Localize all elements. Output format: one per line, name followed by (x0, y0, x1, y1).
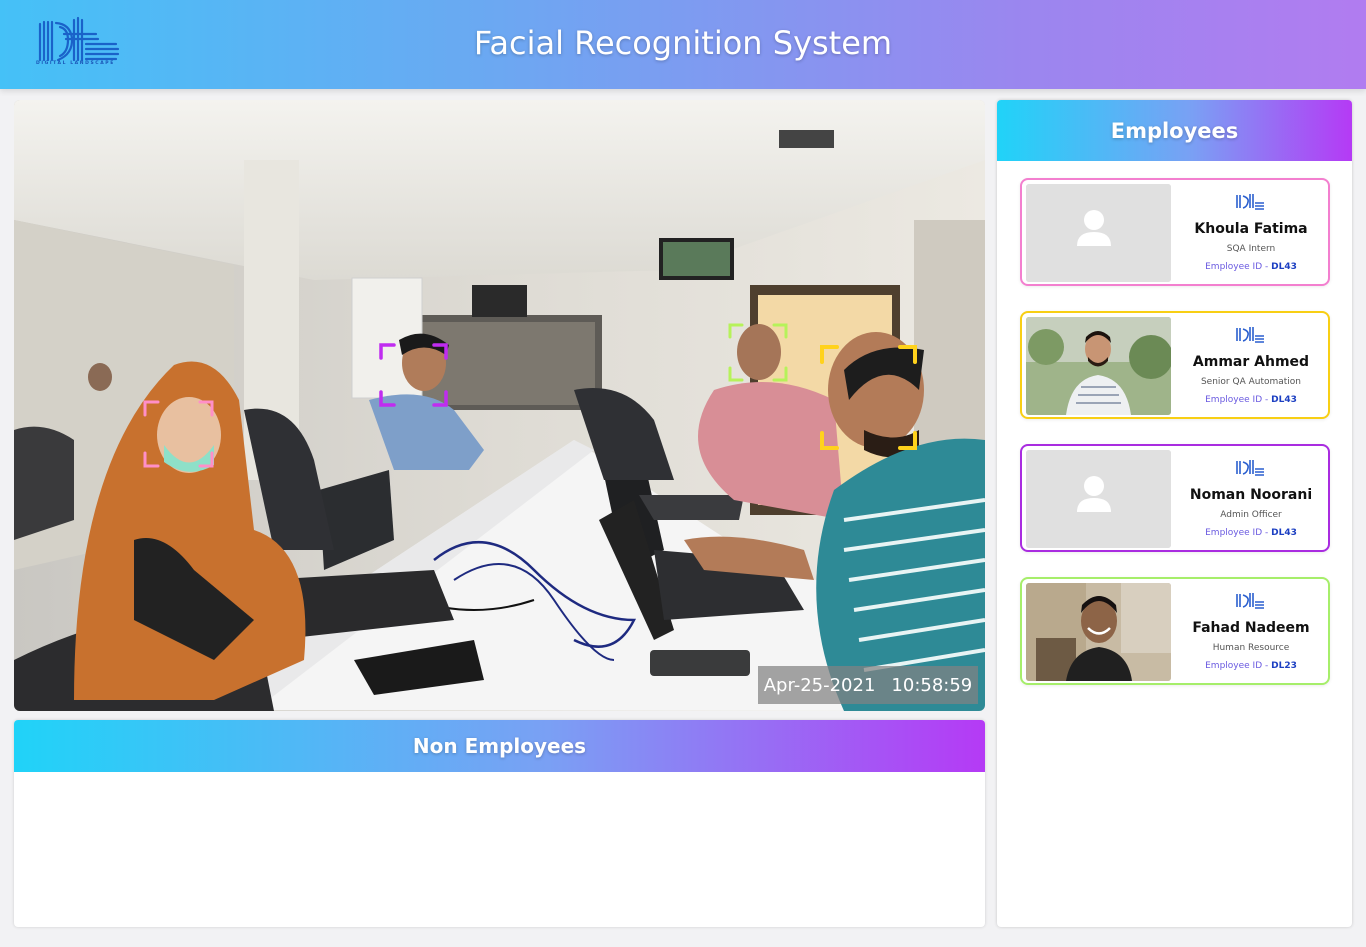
face-box-1 (143, 400, 214, 468)
employee-card[interactable]: Fahad Nadeem Human Resource Employee ID … (1020, 577, 1330, 685)
capture-time: 10:58:59 (891, 674, 973, 696)
avatar-placeholder (1026, 184, 1171, 282)
capture-date: Apr-25-2021 (763, 674, 876, 696)
employee-name: Khoula Fatima (1194, 221, 1308, 237)
employee-name: Ammar Ahmed (1192, 354, 1310, 370)
avatar-placeholder (1026, 450, 1171, 548)
face-box-2 (379, 343, 448, 407)
timestamp-overlay: Apr-25-2021 10:58:59 (758, 666, 978, 704)
employee-card[interactable]: Khoula Fatima SQA Intern Employee ID - D… (1020, 178, 1330, 286)
employee-name: Noman Noorani (1189, 487, 1313, 503)
employee-role: Senior QA Automation (1200, 377, 1302, 387)
page-title: Facial Recognition System (473, 24, 893, 62)
employee-card[interactable]: Noman Noorani Admin Officer Employee ID … (1020, 444, 1330, 552)
employee-photo (1026, 317, 1171, 415)
employee-card[interactable]: Ammar Ahmed Senior QA Automation Employe… (1020, 311, 1330, 419)
face-box-3 (728, 323, 788, 382)
company-logo-small (1236, 194, 1264, 210)
face-box-4 (820, 345, 917, 450)
employee-role: Admin Officer (1220, 510, 1282, 520)
non-employees-title: Non Employees (412, 734, 587, 758)
company-logo-small (1236, 327, 1264, 343)
employee-role: Human Resource (1212, 643, 1290, 653)
employees-title: Employees (1110, 118, 1239, 143)
employee-id: Employee ID - DL43 (1205, 528, 1297, 538)
camera-feed: Apr-25-2021 10:58:59 (14, 100, 985, 711)
employees-header: Employees (997, 100, 1352, 161)
employee-id: Employee ID - DL43 (1205, 395, 1297, 405)
employee-name: Fahad Nadeem (1192, 620, 1310, 636)
non-employees-header: Non Employees (14, 720, 985, 772)
face-detection-overlay (143, 323, 917, 468)
company-logo-small (1236, 460, 1264, 476)
employee-role: SQA Intern (1226, 244, 1276, 254)
non-employees-panel: Non Employees (14, 720, 985, 927)
header-bar: DIGITAL LANDSCAPE Facial Recognition Sys… (0, 0, 1366, 89)
employee-photo (1026, 583, 1171, 681)
company-logo-small (1236, 593, 1264, 609)
employee-id: Employee ID - DL23 (1205, 661, 1297, 671)
employees-panel: Employees Khoula Fatima SQA Intern Emplo… (997, 100, 1352, 927)
employee-id: Employee ID - DL43 (1205, 262, 1297, 272)
